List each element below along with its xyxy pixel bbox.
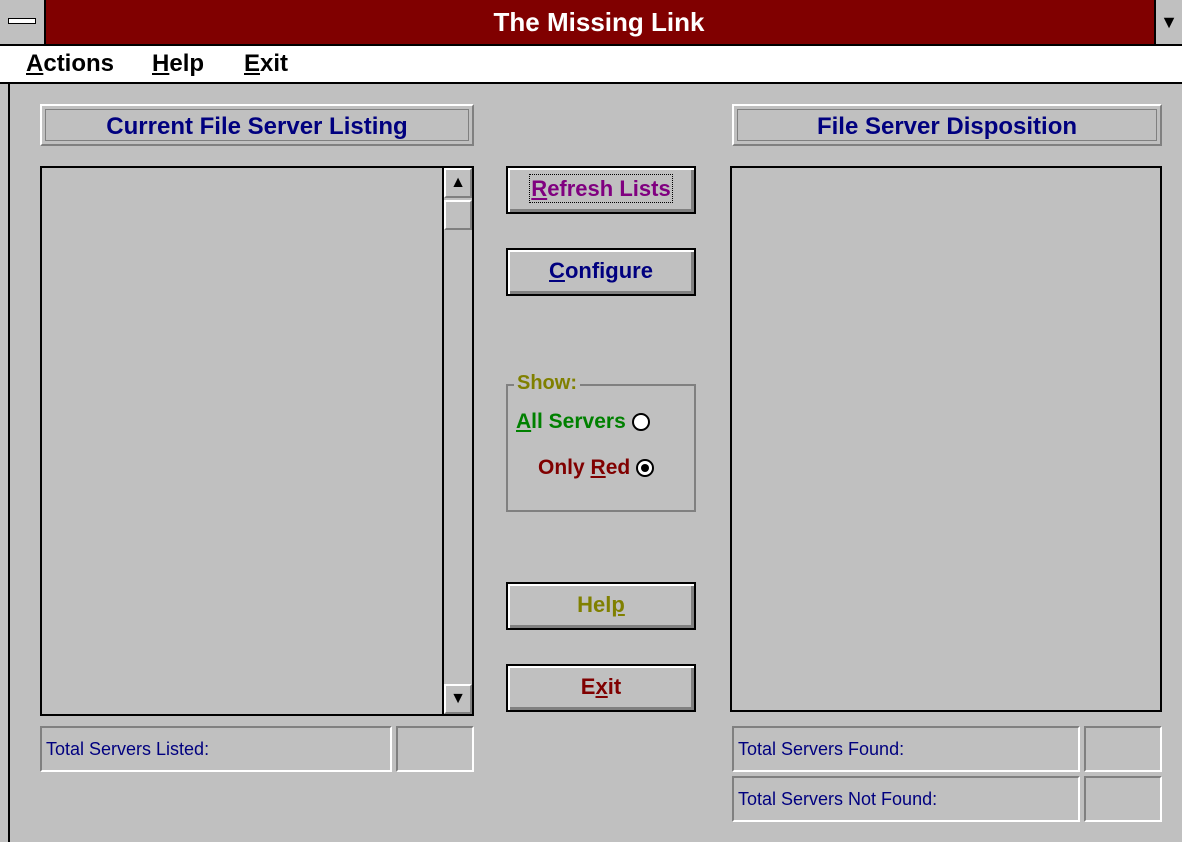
window-border (8, 84, 10, 842)
refresh-label: efresh Lists (547, 176, 671, 201)
total-servers-found-text: Total Servers Found: (738, 739, 905, 759)
only-red-prefix: Only (538, 456, 591, 479)
total-servers-listed-label: Total Servers Listed: (40, 726, 392, 772)
exit-button[interactable]: Exit (506, 664, 696, 712)
menu-help[interactable]: Help (152, 46, 204, 82)
down-triangle-icon: ▼ (1160, 12, 1178, 32)
show-label: Show: (514, 372, 580, 395)
help-mnemonic: p (611, 592, 625, 617)
left-panel-title: Current File Server Listing (106, 113, 408, 140)
down-arrow-icon: ▼ (450, 690, 466, 707)
system-menu-icon (8, 18, 36, 24)
total-servers-not-found-value (1084, 776, 1162, 822)
total-servers-not-found-label: Total Servers Not Found: (732, 776, 1080, 822)
window-dropdown-button[interactable]: ▼ (1154, 0, 1182, 44)
menu-actions[interactable]: Actions (26, 46, 114, 82)
only-red-label: ed (605, 456, 631, 479)
only-red-option[interactable]: Only Red (538, 456, 655, 480)
exit-label-end: it (607, 674, 622, 699)
main-window: The Missing Link ▼ Actions Help Exit Cur… (0, 0, 1182, 842)
show-groupbox (506, 384, 696, 512)
left-panel-header: Current File Server Listing (40, 104, 474, 146)
total-servers-listed-value (396, 726, 474, 772)
all-servers-option[interactable]: All Servers (516, 410, 650, 434)
scroll-up-button[interactable]: ▲ (444, 168, 472, 198)
window-title: The Missing Link (493, 7, 705, 37)
vertical-scrollbar[interactable]: ▲ ▼ (442, 168, 472, 714)
configure-button[interactable]: Configure (506, 248, 696, 296)
refresh-mnemonic: R (531, 176, 548, 201)
scroll-down-button[interactable]: ▼ (444, 684, 472, 714)
total-servers-found-value (1084, 726, 1162, 772)
refresh-lists-button[interactable]: Refresh Lists (506, 166, 696, 214)
total-servers-not-found-text: Total Servers Not Found: (738, 789, 938, 809)
server-disposition-listbox[interactable] (730, 166, 1162, 712)
only-red-mnemonic: R (590, 456, 606, 479)
right-panel-title: File Server Disposition (816, 113, 1078, 140)
menu-bar: Actions Help Exit (0, 46, 1182, 84)
all-servers-label: ll Servers (531, 410, 626, 433)
scroll-thumb[interactable] (444, 200, 472, 230)
help-label: Hel (577, 592, 612, 617)
server-listing-listbox[interactable]: ▲ ▼ (40, 166, 474, 716)
up-arrow-icon: ▲ (450, 174, 466, 191)
all-servers-mnemonic: A (516, 410, 532, 433)
total-servers-listed-text: Total Servers Listed: (46, 739, 210, 759)
system-menu-button[interactable] (0, 0, 46, 44)
configure-mnemonic: C (549, 258, 565, 283)
total-servers-found-label: Total Servers Found: (732, 726, 1080, 772)
title-bar: The Missing Link ▼ (0, 0, 1182, 46)
only-red-radio[interactable] (636, 459, 655, 477)
configure-label: onfigure (564, 258, 653, 283)
menu-exit[interactable]: Exit (244, 46, 288, 82)
help-button[interactable]: Help (506, 582, 696, 630)
right-panel-header: File Server Disposition (732, 104, 1162, 146)
exit-mnemonic: x (595, 674, 608, 699)
exit-label-start: E (580, 674, 596, 699)
all-servers-radio[interactable] (631, 413, 650, 431)
